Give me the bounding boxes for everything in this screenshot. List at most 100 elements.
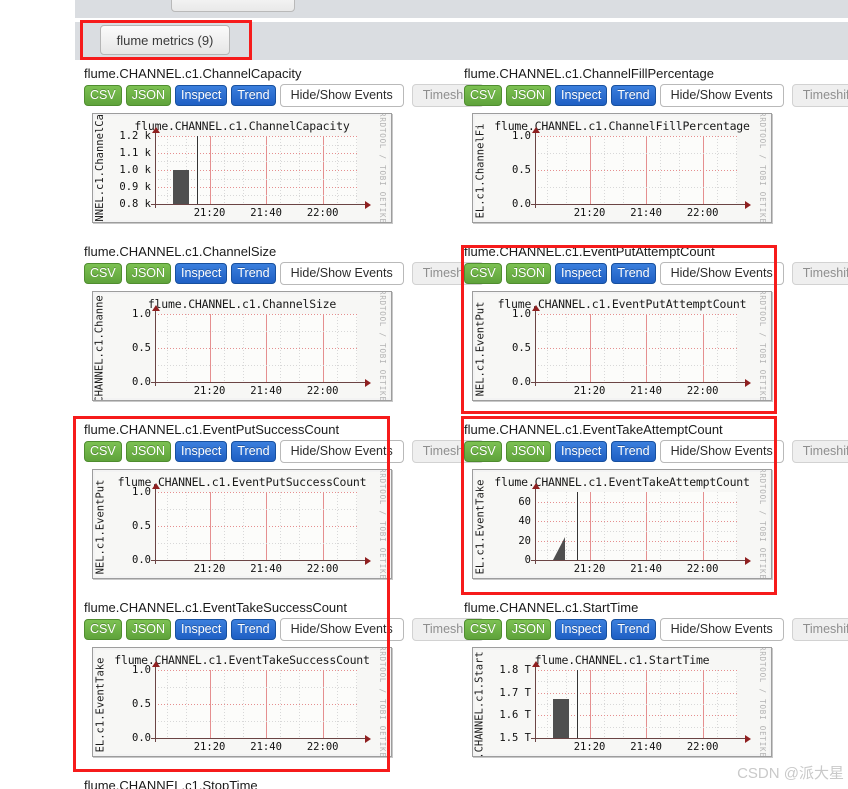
grid-line-horizontal-minor (155, 365, 357, 366)
rrd-graph[interactable]: flume.CHANNEL.c1.EventPutSuccessCount NEL… (92, 469, 392, 579)
y-axis (155, 310, 156, 386)
y-tick-label: 1.0 (132, 486, 151, 498)
csv-button[interactable]: CSV (464, 441, 502, 462)
rrd-graph[interactable]: flume.CHANNEL.c1.ChannelFillPercentage EL… (472, 113, 772, 223)
y-tick-label: 0.0 (512, 198, 531, 210)
csv-button[interactable]: CSV (84, 619, 122, 640)
grid-line-horizontal (535, 541, 737, 542)
metric-button-row: CSV JSON Inspect Trend Hide/Show Events Times… (464, 84, 848, 107)
y-tick-label: 0.0 (132, 554, 151, 566)
grid-line-horizontal-minor (535, 681, 737, 682)
y-axis-arrow (152, 483, 160, 489)
csv-button[interactable]: CSV (84, 441, 122, 462)
top-gray-strip (75, 0, 848, 18)
hide-show-events-button[interactable]: Hide/Show Events (659, 84, 784, 107)
trend-button[interactable]: Trend (231, 441, 276, 462)
partial-top-button[interactable] (171, 0, 295, 12)
inspect-button[interactable]: Inspect (555, 619, 608, 640)
x-axis (151, 204, 367, 205)
hide-show-events-button[interactable]: Hide/Show Events (659, 618, 784, 641)
inspect-button[interactable]: Inspect (555, 85, 608, 106)
metric-button-row: CSV JSON Inspect Trend Hide/Show Events Times… (464, 440, 848, 463)
rrd-graph[interactable]: flume.CHANNEL.c1.EventTakeAttemptCount EL… (472, 469, 772, 579)
y-tick-label: 0.9 k (119, 181, 151, 193)
inspect-button[interactable]: Inspect (175, 85, 228, 106)
json-button[interactable]: JSON (125, 263, 172, 284)
timeshift-button[interactable]: Timeshift (791, 84, 848, 107)
y-tick-label: 1.0 (132, 308, 151, 320)
json-button[interactable]: JSON (125, 85, 172, 106)
hide-show-events-button[interactable]: Hide/Show Events (279, 84, 404, 107)
y-axis (155, 666, 156, 742)
grid-line-horizontal-minor (155, 721, 357, 722)
metric-card: flume.CHANNEL.c1.EventTakeAttemptCount CS… (460, 422, 848, 579)
metric-card: flume.CHANNEL.c1.EventTakeSuccessCount CS… (80, 600, 484, 757)
metric-card: flume.CHANNEL.c1.StartTime CSV JSON Inspect… (460, 600, 848, 757)
hide-show-events-button[interactable]: Hide/Show Events (279, 440, 404, 463)
grid-line-horizontal (535, 348, 737, 349)
x-tick-label: 21:40 (250, 207, 282, 219)
json-button[interactable]: JSON (505, 85, 552, 106)
metric-title: flume.CHANNEL.c1.EventPutAttemptCount (464, 244, 715, 259)
tab-flume-metrics[interactable]: flume metrics (9) (100, 25, 230, 55)
csv-button[interactable]: CSV (84, 263, 122, 284)
json-button[interactable]: JSON (505, 263, 552, 284)
metric-title: flume.CHANNEL.c1.EventTakeSuccessCount (84, 600, 348, 615)
json-button[interactable]: JSON (505, 441, 552, 462)
inspect-button[interactable]: Inspect (175, 619, 228, 640)
rrd-graph[interactable]: flume.CHANNEL.c1.ChannelSize CHANNEL.c1.C… (92, 291, 392, 401)
x-tick-label: 22:00 (306, 563, 339, 575)
json-button[interactable]: JSON (125, 441, 172, 462)
csv-button[interactable]: CSV (464, 619, 502, 640)
trend-button[interactable]: Trend (611, 619, 656, 640)
inspect-button[interactable]: Inspect (555, 441, 608, 462)
event-marker-line (197, 136, 198, 204)
trend-button[interactable]: Trend (231, 619, 276, 640)
rrd-graph[interactable]: flume.CHANNEL.c1.ChannelCapacity ANNEL.c1… (92, 113, 392, 223)
grid-line-horizontal (535, 693, 737, 694)
hide-show-events-button[interactable]: Hide/Show Events (279, 618, 404, 641)
y-tick-label: 0 (524, 554, 531, 566)
json-button[interactable]: JSON (505, 619, 552, 640)
csv-button[interactable]: CSV (84, 85, 122, 106)
trend-button[interactable]: Trend (611, 85, 656, 106)
x-tick-label: 21:20 (573, 385, 606, 397)
rrd-graph[interactable]: flume.CHANNEL.c1.EventPutAttemptCount NEL… (472, 291, 772, 401)
rrd-graph[interactable]: flume.CHANNEL.c1.StartTime .CHANNEL.c1.St… (472, 647, 772, 757)
rrdtool-watermark: RRDTOOL / TOBI OETIKER (378, 647, 388, 757)
x-tick-label: 21:40 (630, 385, 662, 397)
grid-line-horizontal (535, 521, 737, 522)
trend-button[interactable]: Trend (611, 441, 656, 462)
rrd-graph[interactable]: flume.CHANNEL.c1.EventTakeSuccessCount EL… (92, 647, 392, 757)
grid-line-horizontal (155, 314, 357, 315)
x-axis (531, 382, 747, 383)
grid-line-horizontal (535, 502, 737, 503)
x-tick-label: 21:40 (250, 385, 282, 397)
inspect-button[interactable]: Inspect (555, 263, 608, 284)
trend-button[interactable]: Trend (611, 263, 656, 284)
timeshift-button[interactable]: Timeshift (791, 440, 848, 463)
csv-button[interactable]: CSV (464, 85, 502, 106)
hide-show-events-button[interactable]: Hide/Show Events (279, 262, 404, 285)
hide-show-events-button[interactable]: Hide/Show Events (659, 262, 784, 285)
y-tick-label: 0.0 (132, 376, 151, 388)
csv-button[interactable]: CSV (464, 263, 502, 284)
graph-vertical-label: EL.c1.EventTake (474, 479, 487, 575)
y-tick-label: 0.0 (132, 732, 151, 744)
grid-line-horizontal-minor (155, 543, 357, 544)
x-tick-label: 21:40 (630, 741, 662, 753)
hide-show-events-button[interactable]: Hide/Show Events (659, 440, 784, 463)
grid-line-horizontal (155, 136, 357, 137)
inspect-button[interactable]: Inspect (175, 263, 228, 284)
timeshift-button[interactable]: Timeshift (791, 618, 848, 641)
rrdtool-watermark: RRDTOOL / TOBI OETIKER (378, 113, 388, 223)
json-button[interactable]: JSON (125, 619, 172, 640)
graph-vertical-label: CHANNEL.c1.Channe (94, 295, 106, 401)
inspect-button[interactable]: Inspect (175, 441, 228, 462)
x-axis (531, 204, 747, 205)
y-tick-label: 0.5 (512, 164, 531, 176)
grid-line-horizontal (535, 136, 737, 137)
timeshift-button[interactable]: Timeshift (791, 262, 848, 285)
trend-button[interactable]: Trend (231, 263, 276, 284)
trend-button[interactable]: Trend (231, 85, 276, 106)
